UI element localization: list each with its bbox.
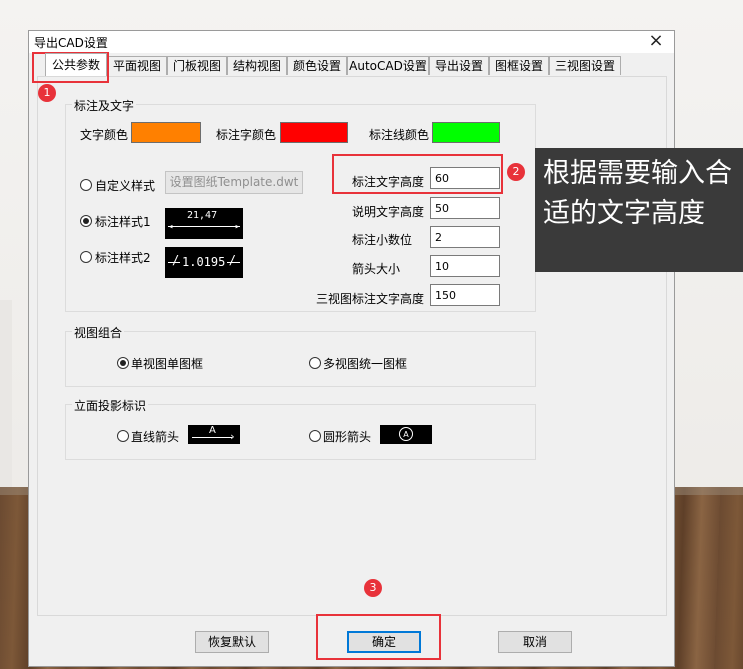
step-badge-2: 2: [507, 163, 525, 181]
highlight-dim-text-height: [332, 154, 503, 194]
dim-style1-line: [168, 226, 240, 227]
dim-style2-radio[interactable]: [80, 251, 92, 263]
dim-style2-label: 标注样式2: [95, 251, 151, 265]
tab-color-settings[interactable]: 颜色设置: [287, 56, 347, 75]
desc-text-height-label: 说明文字高度: [352, 205, 425, 219]
tab-door-panel-view[interactable]: 门板视图: [167, 56, 227, 75]
line-arrow-head: ›: [229, 430, 236, 443]
circle-arrow-radio[interactable]: [309, 430, 321, 442]
line-arrow-letter: A: [209, 425, 216, 436]
close-icon[interactable]: ×: [646, 31, 666, 51]
multi-view-frame-radio[interactable]: [309, 357, 321, 369]
line-arrow-label: 直线箭头: [131, 430, 180, 444]
dim-decimals-label: 标注小数位: [352, 233, 413, 247]
view-combo-group: 视图组合 单视图单图框 多视图统一图框: [65, 324, 536, 387]
text-color-swatch[interactable]: [131, 122, 201, 143]
reset-default-button[interactable]: 恢复默认: [195, 631, 269, 653]
dim-style2-tick-right: /: [228, 253, 236, 267]
arrow-size-input[interactable]: [430, 255, 500, 277]
dim-line-color-swatch[interactable]: [432, 122, 500, 143]
tab-common-params[interactable]: 公共参数: [45, 53, 107, 76]
dim-style2-tick-left: /: [172, 253, 180, 267]
custom-style-label: 自定义样式: [95, 179, 156, 193]
tab-autocad-settings[interactable]: AutoCAD设置: [347, 56, 429, 75]
view-combo-group-title: 视图组合: [72, 324, 125, 341]
circle-arrow-preview: A: [380, 425, 432, 444]
dialog-titlebar: 导出CAD设置 ×: [29, 31, 674, 53]
dim-style1-arrow-left: ◂: [168, 222, 174, 232]
dim-style1-preview-text: 21,47: [187, 210, 218, 221]
highlight-ok-button: [316, 614, 441, 660]
tab-three-view-settings[interactable]: 三视图设置: [549, 56, 621, 75]
dim-decimals-input[interactable]: [430, 226, 500, 248]
line-arrow-preview: A ›: [188, 425, 240, 444]
cancel-button[interactable]: 取消: [498, 631, 572, 653]
dim-text-color-label: 标注字颜色: [216, 128, 277, 142]
three-view-dim-text-height-input[interactable]: [430, 284, 500, 306]
dim-style1-arrow-right: ▸: [234, 222, 240, 232]
annotation-text-group: 标注及文字 文字颜色 标注字颜色 标注线颜色 自定义样式 设置图纸Templat…: [65, 97, 536, 312]
tab-export-settings[interactable]: 导出设置: [429, 56, 489, 75]
scene-wall-edge: [0, 300, 12, 510]
line-arrow-shaft: [192, 437, 232, 438]
tab-frame-settings[interactable]: 图框设置: [489, 56, 549, 75]
circle-arrow-letter: A: [399, 427, 413, 441]
tab-structure-view[interactable]: 结构视图: [227, 56, 287, 75]
tip-callout: 根据需要输入合适的文字高度: [535, 148, 743, 272]
arrow-size-label: 箭头大小: [352, 262, 401, 276]
elevation-marker-group: 立面投影标识 直线箭头 A › 圆形箭头 A: [65, 397, 536, 460]
set-template-button[interactable]: 设置图纸Template.dwt: [165, 171, 303, 194]
dialog-title: 导出CAD设置: [34, 36, 108, 50]
circle-arrow-label: 圆形箭头: [323, 430, 372, 444]
dim-line-color-label: 标注线颜色: [369, 128, 430, 142]
step-badge-1: 1: [38, 84, 56, 102]
text-color-label: 文字颜色: [80, 128, 129, 142]
step-badge-3: 3: [364, 579, 382, 597]
dim-style1-radio[interactable]: [80, 215, 92, 227]
dim-style1-label: 标注样式1: [95, 215, 151, 229]
line-arrow-radio[interactable]: [117, 430, 129, 442]
single-view-frame-label: 单视图单图框: [131, 357, 204, 371]
tab-plan-view[interactable]: 平面视图: [107, 56, 167, 75]
dim-style2-preview: 1.0195 / /: [165, 247, 243, 278]
elevation-marker-group-title: 立面投影标识: [72, 397, 149, 414]
single-view-frame-radio[interactable]: [117, 357, 129, 369]
desc-text-height-input[interactable]: [430, 197, 500, 219]
export-cad-settings-dialog: 导出CAD设置 × 公共参数 平面视图 门板视图 结构视图 颜色设置 AutoC…: [28, 30, 675, 667]
custom-style-radio[interactable]: [80, 179, 92, 191]
multi-view-frame-label: 多视图统一图框: [323, 357, 408, 371]
dim-style1-preview: 21,47 ◂ ▸: [165, 208, 243, 239]
dim-text-color-swatch[interactable]: [280, 122, 348, 143]
three-view-dim-text-height-label: 三视图标注文字高度: [316, 292, 425, 306]
dim-style2-preview-text: 1.0195: [180, 255, 228, 269]
annotation-text-group-title: 标注及文字: [72, 97, 137, 114]
